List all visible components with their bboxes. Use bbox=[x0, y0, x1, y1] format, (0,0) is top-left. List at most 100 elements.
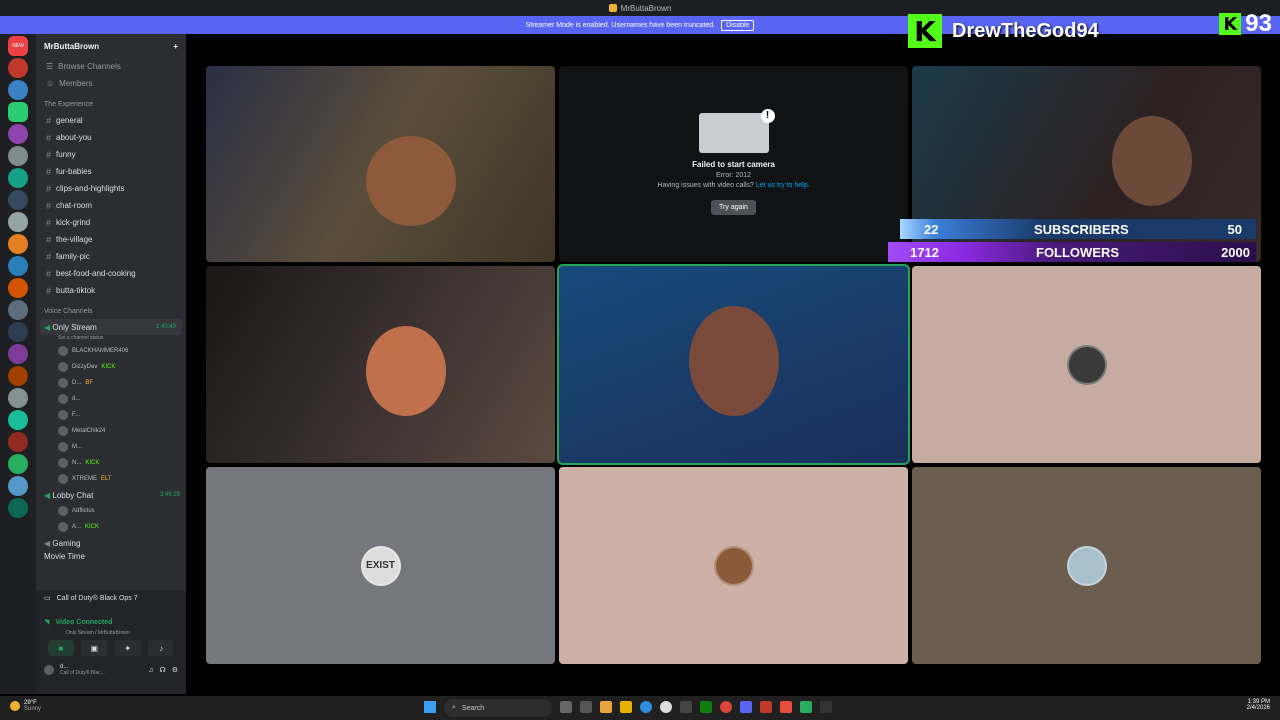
disable-streamer-mode-button[interactable]: Disable bbox=[721, 19, 755, 31]
speaker-icon: ◀ bbox=[44, 538, 51, 548]
server-icon[interactable] bbox=[8, 256, 28, 276]
user-tag: ELT bbox=[101, 476, 112, 482]
mic-icon[interactable]: ♫ bbox=[148, 667, 153, 674]
avatar bbox=[58, 474, 68, 484]
new-badge[interactable]: NEW bbox=[8, 36, 28, 56]
server-icon[interactable] bbox=[8, 322, 28, 342]
server-icon[interactable] bbox=[8, 388, 28, 408]
server-header[interactable]: MrButtaBrown + bbox=[36, 34, 186, 58]
hash-icon: # bbox=[46, 115, 52, 126]
channel-fur-babies[interactable]: # fur-babies bbox=[36, 163, 186, 180]
edge-icon[interactable] bbox=[640, 701, 652, 713]
channel-clips[interactable]: # clips-and-highlights bbox=[36, 180, 186, 197]
server-icon[interactable] bbox=[8, 278, 28, 298]
voice-user[interactable]: MetalChik24 bbox=[36, 423, 186, 439]
voice-user[interactable]: XTREME ELT bbox=[36, 471, 186, 487]
voice-channel-movie[interactable]: Movie Time bbox=[36, 551, 186, 561]
members[interactable]: ☺ Members bbox=[36, 75, 186, 92]
channel-funny[interactable]: # funny bbox=[36, 146, 186, 163]
user-avatar[interactable] bbox=[44, 665, 54, 675]
server-icon[interactable] bbox=[8, 234, 28, 254]
server-icon[interactable] bbox=[8, 498, 28, 518]
server-icon[interactable] bbox=[8, 454, 28, 474]
signal-icon: ◥ bbox=[44, 619, 50, 626]
activities-button[interactable]: ✦ bbox=[114, 640, 141, 656]
chrome-icon[interactable] bbox=[720, 701, 732, 713]
channel-kick-grind[interactable]: # kick-grind bbox=[36, 214, 186, 231]
screen-share-button[interactable]: ▣ bbox=[81, 640, 108, 656]
user-tag: KICK bbox=[101, 364, 116, 370]
video-tile-camera-failed[interactable]: Failed to start camera Error: 2012 Havin… bbox=[559, 66, 908, 262]
browse-channels[interactable]: ☰ Browse Channels bbox=[36, 58, 186, 75]
channel-chat-room[interactable]: # chat-room bbox=[36, 197, 186, 214]
task-view-icon[interactable] bbox=[560, 701, 572, 713]
file-explorer-icon[interactable] bbox=[620, 701, 632, 713]
voice-user[interactable]: BLACKHAMMER406 bbox=[36, 343, 186, 359]
clock[interactable]: 1:39 PM 2/4/2026 bbox=[1247, 699, 1270, 711]
voice-channel-gaming[interactable]: ◀ Gaming bbox=[36, 535, 186, 551]
soundboard-button[interactable]: ♪ bbox=[148, 640, 175, 656]
voice-user[interactable]: N... KICK bbox=[36, 455, 186, 471]
xbox-icon[interactable] bbox=[700, 701, 712, 713]
video-tile[interactable] bbox=[206, 266, 555, 463]
server-icon[interactable] bbox=[8, 366, 28, 386]
app-icon[interactable] bbox=[800, 701, 812, 713]
taskbar-search[interactable]: ⌕ Search bbox=[444, 699, 552, 717]
video-tile-avatar[interactable] bbox=[912, 467, 1261, 664]
server-icon[interactable] bbox=[8, 212, 28, 232]
channel-general[interactable]: # general bbox=[36, 112, 186, 129]
copilot-icon[interactable] bbox=[600, 701, 612, 713]
channel-best-food[interactable]: # best-food-and-cooking bbox=[36, 265, 186, 282]
video-tile[interactable] bbox=[206, 66, 555, 262]
voice-user[interactable]: F... bbox=[36, 407, 186, 423]
voice-channel-lobby[interactable]: ◀ Lobby Chat 3:49:28 bbox=[36, 487, 186, 503]
server-icon[interactable] bbox=[8, 190, 28, 210]
video-tile-speaking[interactable] bbox=[557, 264, 910, 465]
voice-user[interactable]: Adflictus bbox=[36, 503, 186, 519]
video-tile-avatar[interactable] bbox=[912, 266, 1261, 463]
app-icon[interactable] bbox=[660, 701, 672, 713]
channel-butta-tiktok[interactable]: # butta-tiktok bbox=[36, 282, 186, 299]
server-icon[interactable] bbox=[8, 124, 28, 144]
server-icon[interactable] bbox=[8, 432, 28, 452]
widgets-icon[interactable] bbox=[580, 701, 592, 713]
app-icon[interactable] bbox=[820, 701, 832, 713]
server-icon[interactable] bbox=[8, 80, 28, 100]
server-icon[interactable] bbox=[8, 146, 28, 166]
server-icon[interactable] bbox=[8, 410, 28, 430]
try-again-button[interactable]: Try again bbox=[711, 200, 756, 215]
voice-user[interactable]: M... bbox=[36, 439, 186, 455]
server-icon[interactable] bbox=[8, 300, 28, 320]
camera-button[interactable]: ■ bbox=[47, 640, 74, 656]
server-icon[interactable] bbox=[8, 168, 28, 188]
windows-start-icon[interactable] bbox=[424, 701, 436, 713]
voice-user[interactable]: d... bbox=[36, 391, 186, 407]
app-icon[interactable] bbox=[760, 701, 772, 713]
voice-user[interactable]: D... BF bbox=[36, 375, 186, 391]
channel-the-village[interactable]: # the-village bbox=[36, 231, 186, 248]
discord-icon[interactable] bbox=[740, 701, 752, 713]
voice-user[interactable]: A... KICK bbox=[36, 519, 186, 535]
add-member-icon[interactable]: + bbox=[173, 42, 178, 51]
gear-icon[interactable]: ⚙ bbox=[172, 666, 178, 674]
headset-icon[interactable]: ☊ bbox=[160, 666, 166, 674]
channel-family-pic[interactable]: # family-pic bbox=[36, 248, 186, 265]
kick-overlay: K DrewTheGod94 K 93 bbox=[908, 8, 1280, 54]
category-voice-channels[interactable]: Voice Channels bbox=[36, 303, 186, 319]
help-link[interactable]: Let us try to help. bbox=[756, 182, 810, 189]
weather-widget[interactable]: 29°F Sunny bbox=[10, 700, 41, 712]
channel-status[interactable]: Set a channel status bbox=[36, 335, 186, 343]
voice-user[interactable]: DizzyDev KICK bbox=[36, 359, 186, 375]
server-icon[interactable] bbox=[8, 102, 28, 122]
video-tile-avatar[interactable] bbox=[559, 467, 908, 664]
server-icon[interactable] bbox=[8, 58, 28, 78]
error-code: Error: 2012 bbox=[715, 172, 752, 179]
app-icon[interactable] bbox=[680, 701, 692, 713]
server-icon[interactable] bbox=[8, 476, 28, 496]
app-icon[interactable] bbox=[780, 701, 792, 713]
server-icon[interactable] bbox=[8, 344, 28, 364]
voice-channel-only-stream[interactable]: ◀ Only Stream 1:40:49 bbox=[40, 319, 182, 335]
video-tile-avatar[interactable]: EXIST bbox=[206, 467, 555, 664]
category-the-experience[interactable]: The Experience bbox=[36, 96, 186, 112]
channel-about-you[interactable]: # about-you bbox=[36, 129, 186, 146]
